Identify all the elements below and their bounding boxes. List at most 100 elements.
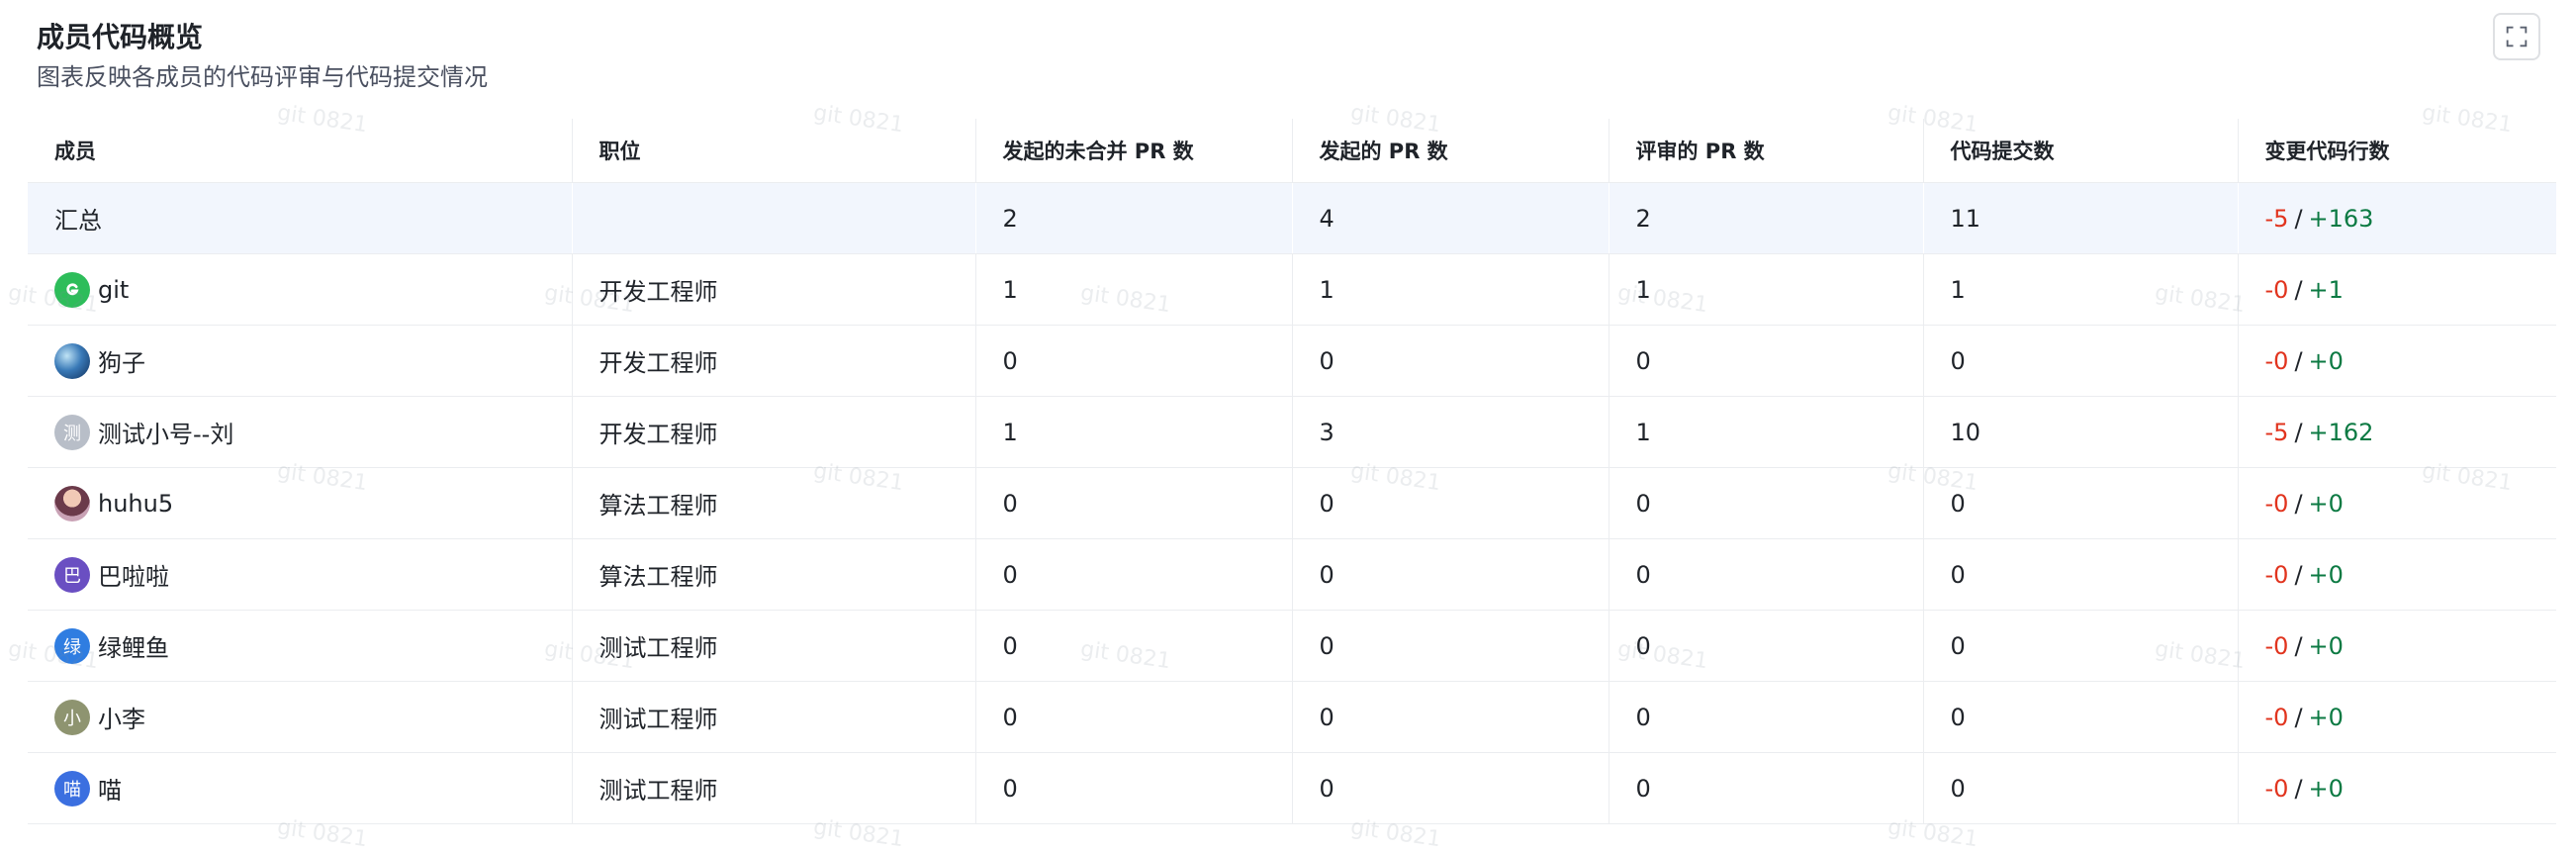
table-row: 喵喵测试工程师 0 0 0 0 -0/+0 [28,752,2556,824]
position-cell: 测试工程师 [572,610,976,682]
reviewed-pr-cell: 0 [1609,752,1924,824]
position-cell: 算法工程师 [572,538,976,611]
pr-cell: 0 [1292,610,1610,682]
column-header-member[interactable]: 成员 [28,119,573,183]
member-name: 小李 [98,706,145,733]
lines-removed: -0 [2264,346,2289,375]
commits-cell: 1 [1923,253,2239,326]
avatar-initial: 喵 [63,779,81,801]
column-header-unmerged-pr[interactable]: 发起的未合并 PR 数 [975,119,1293,183]
changed-lines-cell: -0/+1 [2238,253,2556,326]
fullscreen-button[interactable] [2493,13,2540,60]
lines-added: +0 [2308,631,2344,660]
member-cell: 绿绿鲤鱼 [28,610,573,682]
pr-cell: 3 [1292,396,1610,468]
member-info: git [54,271,571,308]
changed-lines-cell: -0/+0 [2238,610,2556,682]
table-row: git 开发工程师 1 1 1 1 -0/+1 [28,253,2556,326]
member-cell: huhu5 [28,467,573,539]
lines-separator: / [2294,275,2303,304]
lines-separator: / [2294,774,2303,803]
unmerged-pr-cell: 0 [975,681,1293,753]
lines-added: +0 [2308,489,2344,518]
unmerged-pr-cell: 0 [975,610,1293,682]
member-name: git [98,275,130,304]
lines-added: +0 [2308,560,2344,589]
member-cell: git [28,253,573,326]
lines-removed: -0 [2264,560,2289,589]
member-cell: 测测试小号--刘 [28,396,573,468]
commits-cell: 0 [1923,610,2239,682]
column-header-changed-lines[interactable]: 变更代码行数 [2238,119,2556,183]
changed-lines-cell: -0/+0 [2238,752,2556,824]
lines-separator: / [2294,418,2303,446]
avatar: 小 [54,699,90,735]
avatar [54,271,90,308]
page-title: 成员代码概览 [37,21,204,53]
member-info: 狗子 [54,342,571,379]
pr-cell: 0 [1292,681,1610,753]
member-info: 绿绿鲤鱼 [54,627,571,664]
summary-changed-lines: -5/+163 [2238,182,2556,254]
avatar-initial: 巴 [63,565,81,587]
pr-cell: 1 [1292,253,1610,326]
fullscreen-icon [2506,26,2528,47]
avatar-initial: 测 [63,423,81,444]
member-name: 喵 [98,777,122,805]
table-row: 巴巴啦啦 算法工程师 0 0 0 0 -0/+0 [28,538,2556,611]
member-name: huhu5 [98,489,174,518]
table-row: 测测试小号--刘 开发工程师 1 3 1 10 -5/+162 [28,396,2556,468]
summary-unmerged-pr: 2 [975,182,1292,254]
reviewed-pr-cell: 0 [1609,467,1924,539]
commits-cell: 0 [1923,681,2239,753]
git-logo-icon [66,282,79,295]
column-header-position[interactable]: 职位 [572,119,976,183]
lines-removed: -0 [2264,703,2289,731]
member-table-container: 成员 职位 发起的未合并 PR 数 发起的 PR 数 评审的 PR 数 代码提交… [28,119,2556,824]
lines-removed: -0 [2264,489,2289,518]
column-header-reviewed-pr[interactable]: 评审的 PR 数 [1609,119,1924,183]
member-name: 测试小号--刘 [98,421,234,448]
member-info: 小小李 [54,699,571,735]
lines-separator: / [2294,346,2303,375]
commits-cell: 0 [1923,538,2239,611]
column-header-pr[interactable]: 发起的 PR 数 [1292,119,1610,183]
table-row: 绿绿鲤鱼 测试工程师 0 0 0 0 -0/+0 [28,610,2556,682]
lines-separator: / [2294,631,2303,660]
reviewed-pr-cell: 1 [1609,396,1924,468]
lines-separator: / [2294,703,2303,731]
member-info: 测测试小号--刘 [54,414,571,450]
pr-cell: 0 [1292,538,1610,611]
commits-cell: 0 [1923,325,2239,397]
lines-added: +162 [2308,418,2374,446]
summary-row: 汇总 2 4 2 11 -5/+163 [28,182,2556,254]
lines-removed: -5 [2264,418,2289,446]
table-header-row: 成员 职位 发起的未合并 PR 数 发起的 PR 数 评审的 PR 数 代码提交… [28,119,2556,183]
commits-cell: 10 [1923,396,2239,468]
reviewed-pr-cell: 0 [1609,538,1924,611]
lines-removed: -0 [2264,631,2289,660]
column-header-commits[interactable]: 代码提交数 [1923,119,2239,183]
position-cell: 开发工程师 [572,253,976,326]
avatar: 测 [54,414,90,450]
avatar [54,485,90,521]
summary-label: 汇总 [28,182,572,254]
pr-cell: 0 [1292,325,1610,397]
unmerged-pr-cell: 0 [975,752,1293,824]
member-cell: 巴巴啦啦 [28,538,573,611]
lines-separator: / [2294,489,2303,518]
changed-lines-cell: -0/+0 [2238,467,2556,539]
summary-pr: 4 [1292,182,1609,254]
member-info: huhu5 [54,485,571,521]
table-row: 小小李 测试工程师 0 0 0 0 -0/+0 [28,681,2556,753]
lines-added: +0 [2308,346,2344,375]
table-row: huhu5 算法工程师 0 0 0 0 -0/+0 [28,467,2556,539]
unmerged-pr-cell: 0 [975,325,1293,397]
member-info: 喵喵 [54,770,571,806]
reviewed-pr-cell: 0 [1609,610,1924,682]
avatar [54,342,90,379]
summary-position [572,182,975,254]
pr-cell: 0 [1292,752,1610,824]
header: 成员代码概览 图表反映各成员的代码评审与代码提交情况 [37,18,2457,95]
pr-cell: 0 [1292,467,1610,539]
